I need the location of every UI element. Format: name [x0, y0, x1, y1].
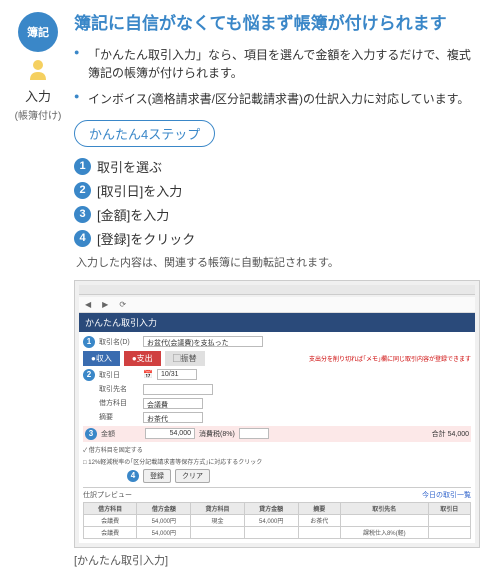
feature-bullets: 「かんたん取引入力」なら、項目を選んで金額を入力するだけで、複式簿記の帳簿が付け… [74, 46, 480, 108]
total-label: 合計 54,000 [432, 429, 469, 439]
client-input[interactable] [143, 384, 213, 395]
marker-2: 2 [83, 369, 95, 381]
window-toolbar: ◀▶⟳ [79, 297, 475, 313]
step-2: [取引日]を入力 [97, 181, 182, 200]
step-num-1: 1 [74, 158, 91, 175]
journal-preview-table: 借方科目 借方金額 貸方科目 貸方金額 摘要 取引先名 取引日 会議費54,00… [83, 502, 471, 539]
step-1: 取引を選ぶ [97, 157, 162, 176]
marker-1: 1 [83, 336, 95, 348]
checkbox-2[interactable]: □ 12%軽減税率の｢区分記載請求書等保存方式｣に対応するクリック [83, 457, 262, 466]
step-4: [登録]をクリック [97, 229, 195, 248]
screenshot-panel: ◀▶⟳ かんたん取引入力 1 取引名(D) お盆代(会議費)を支払った ●収入 … [74, 280, 480, 548]
amount-label: 金額 [101, 429, 141, 439]
tx-name-label: 取引名(D) [99, 337, 139, 347]
auto-note: 入力した内容は、関連する帳簿に自動転記されます。 [76, 254, 480, 270]
debit-select[interactable]: 会議費 [143, 398, 203, 409]
summary-label: 摘要 [99, 412, 139, 422]
today-link[interactable]: 今日の取引一覧 [422, 490, 471, 500]
marker-4: 4 [127, 470, 139, 482]
preview-title: 仕訳プレビュー [83, 490, 132, 500]
table-row: 会議費54,000円課税仕入8%(軽) [84, 526, 471, 538]
tax-input[interactable] [239, 428, 269, 439]
left-title: 入力 [12, 86, 64, 105]
client-label: 取引先名 [99, 384, 139, 394]
step-list: 1 取引を選ぶ 2 [取引日]を入力 3 [金額]を入力 4 [登録]をクリック [74, 157, 480, 248]
step-num-4: 4 [74, 230, 91, 247]
panel-header: かんたん取引入力 [79, 313, 475, 332]
red-hint: 支出分を削り切れば｢メモ｣欄に同じ取引内容が登録できます [309, 354, 471, 363]
tx-name-select[interactable]: お盆代(会議費)を支払った [143, 336, 263, 347]
tab-transfer[interactable]: ▢振替 [165, 351, 205, 366]
bullet-2: インボイス(適格請求書/区分記載請求書)の仕訳入力に対応しています。 [74, 90, 480, 108]
marker-3: 3 [85, 428, 97, 440]
table-row: 会議費54,000円現金54,000円お茶代 [84, 514, 471, 526]
step-num-3: 3 [74, 206, 91, 223]
window-titlebar [79, 285, 475, 295]
tab-expense[interactable]: ●支出 [124, 351, 161, 366]
tax-label: 消費税(8%) [199, 429, 235, 439]
debit-label: 借方科目 [99, 398, 139, 408]
clear-button[interactable]: クリア [175, 469, 210, 483]
checkbox-1[interactable]: ✓ 借方科目を固定する [83, 445, 143, 454]
step-box-label: かんたん4ステップ [74, 120, 215, 147]
date-label: 取引日 [99, 370, 139, 380]
screenshot-caption: [かんたん取引入力] [74, 552, 480, 568]
step-3: [金額]を入力 [97, 205, 169, 224]
summary-input[interactable]: お茶代 [143, 412, 203, 423]
step-num-2: 2 [74, 182, 91, 199]
register-button[interactable]: 登録 [143, 469, 171, 483]
left-subtitle: (帳簿付け) [12, 107, 64, 122]
date-input[interactable]: 10/31 [157, 369, 197, 380]
calendar-icon[interactable]: 📅 [143, 370, 153, 379]
amount-input[interactable]: 54,000 [145, 428, 195, 439]
bullet-1: 「かんたん取引入力」なら、項目を選んで金額を入力するだけで、複式簿記の帳簿が付け… [74, 46, 480, 82]
person-icon [12, 58, 64, 82]
main-heading: 簿記に自信がなくても悩まず帳簿が付けられます [74, 12, 480, 36]
logo-badge: 簿記 [18, 12, 58, 52]
tab-income[interactable]: ●収入 [83, 351, 120, 366]
